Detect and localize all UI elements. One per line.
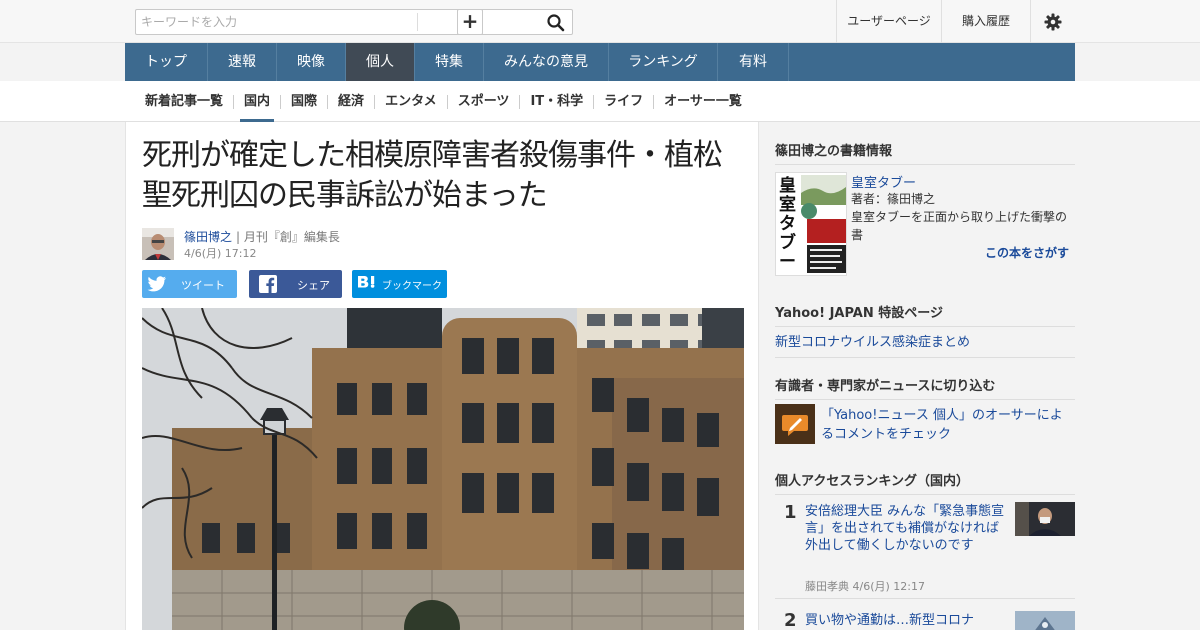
search-input[interactable] — [141, 12, 411, 32]
ranking-divider — [775, 598, 1075, 599]
book-cover-title: 皇室タブー — [779, 176, 796, 272]
gnav-item-video[interactable]: 映像 — [277, 43, 346, 81]
book-description: 皇室タブーを正面から取り上げた衝撃の書 — [851, 210, 1068, 242]
search-button[interactable] — [544, 11, 568, 33]
article-date: 4/6(月) 17:12 — [184, 247, 257, 260]
sub-nav: 新着記事一覧 国内 国際 経済 エンタメ スポーツ IT・科学 ライフ オーサー… — [0, 81, 1200, 122]
gnav-item-feature[interactable]: 特集 — [415, 43, 484, 81]
ranking-thumb-image-2 — [1015, 611, 1075, 630]
book-cover-art — [801, 175, 846, 273]
book-author: 著者：篠田博之 — [851, 192, 936, 206]
article-title: 死刑が確定した相模原障害者殺傷事件・植松聖死刑囚の民事訴訟が始まった — [142, 138, 723, 213]
facebook-icon — [259, 275, 277, 293]
ranking-item-1-thumbnail[interactable] — [1015, 502, 1075, 536]
gnav-item-top[interactable]: トップ — [125, 43, 208, 81]
twitter-icon — [147, 276, 166, 292]
court-building-photo — [142, 308, 744, 630]
book-title-link[interactable]: 皇室タブー — [851, 172, 916, 191]
purchase-history-link[interactable]: 購入履歴 — [941, 0, 1030, 43]
facebook-share-label: シェア — [297, 279, 330, 292]
gnav-item-paid[interactable]: 有料 — [718, 43, 789, 81]
ranking-section-heading: 個人アクセスランキング（国内） — [775, 470, 1075, 495]
add-button[interactable]: + — [457, 9, 483, 35]
sub-nav-inner: 新着記事一覧 国内 国際 経済 エンタメ スポーツ IT・科学 ライフ オーサー… — [135, 81, 752, 122]
tweet-label: ツイート — [181, 279, 225, 292]
gnav-item-breaking[interactable]: 速報 — [208, 43, 277, 81]
gnav-item-opinions[interactable]: みんなの意見 — [484, 43, 609, 81]
top-bar-inner: + ユーザーページ 購入履歴 — [125, 0, 1075, 43]
facebook-share-button[interactable]: シェア — [249, 270, 342, 298]
search-box[interactable] — [135, 9, 573, 35]
top-bar: + ユーザーページ 購入履歴 — [0, 0, 1200, 43]
subnav-item-entertainment[interactable]: エンタメ — [375, 81, 447, 122]
settings-button[interactable] — [1030, 0, 1075, 43]
hatena-bookmark-icon — [358, 276, 375, 288]
subnav-item-authors[interactable]: オーサー一覧 — [654, 81, 752, 122]
hatena-bookmark-button[interactable]: ブックマーク — [352, 270, 447, 298]
subnav-item-latest[interactable]: 新着記事一覧 — [135, 81, 233, 122]
rank-number-2: 2 — [784, 610, 797, 630]
gnav-item-personal[interactable]: 個人 — [346, 43, 415, 81]
author-avatar[interactable] — [142, 228, 174, 260]
ranking-item-1-title[interactable]: 安倍総理大臣 みんな「緊急事態宣言」を出されても補償がなければ外出して働くしかな… — [805, 503, 1009, 554]
subnav-item-economy[interactable]: 経済 — [328, 81, 374, 122]
article-photo — [142, 308, 744, 630]
book-section-heading: 篠田博之の書籍情報 — [775, 140, 1075, 165]
author-photo-image — [142, 228, 174, 260]
expert-icon-box[interactable] — [775, 404, 815, 444]
user-page-link[interactable]: ユーザーページ — [836, 0, 941, 43]
tweet-button[interactable]: ツイート — [142, 270, 237, 298]
subnav-item-it-science[interactable]: IT・科学 — [520, 81, 593, 122]
rank-number-1: 1 — [784, 502, 797, 523]
covid-summary-link[interactable]: 新型コロナウイルス感染症まとめ — [775, 331, 1075, 358]
ranking-item-1-meta: 藤田孝典 4/6(月) 12:17 — [805, 580, 925, 593]
ranking-thumb-image-1 — [1015, 502, 1075, 536]
comment-pen-icon — [775, 404, 815, 444]
author-name-link[interactable]: 篠田博之 — [184, 228, 232, 245]
expert-comment-link[interactable]: 「Yahoo!ニュース 個人」のオーサーによるコメントをチェック — [821, 406, 1075, 444]
expert-section-heading: 有識者・専門家がニュースに切り込む — [775, 375, 1075, 400]
gear-icon — [1044, 13, 1062, 31]
subnav-item-life[interactable]: ライフ — [594, 81, 653, 122]
subnav-item-world[interactable]: 国際 — [281, 81, 327, 122]
subnav-item-sports[interactable]: スポーツ — [448, 81, 520, 122]
find-book-link[interactable]: この本をさがす — [985, 244, 1069, 261]
hatena-bookmark-label: ブックマーク — [382, 281, 442, 292]
ranking-item-2-thumbnail[interactable] — [1015, 611, 1075, 630]
author-title: | 月刊『創』編集長 — [236, 230, 340, 244]
article-column: 死刑が確定した相模原障害者殺傷事件・植松聖死刑囚の民事訴訟が始まった 篠田博之 … — [125, 122, 759, 630]
search-divider — [417, 13, 418, 31]
top-links: ユーザーページ 購入履歴 — [836, 0, 1075, 43]
gnav-item-ranking[interactable]: ランキング — [609, 43, 718, 81]
plus-icon: + — [461, 9, 479, 33]
book-cover[interactable]: 皇室タブー — [775, 172, 847, 276]
subnav-item-domestic[interactable]: 国内 — [234, 81, 280, 122]
special-section-heading: Yahoo! JAPAN 特設ページ — [775, 302, 1075, 327]
global-nav: トップ 速報 映像 個人 特集 みんなの意見 ランキング 有料 — [125, 43, 1075, 81]
ranking-item-2-title[interactable]: 買い物や通勤は…新型コロナ — [805, 612, 1009, 629]
search-icon — [547, 14, 565, 32]
